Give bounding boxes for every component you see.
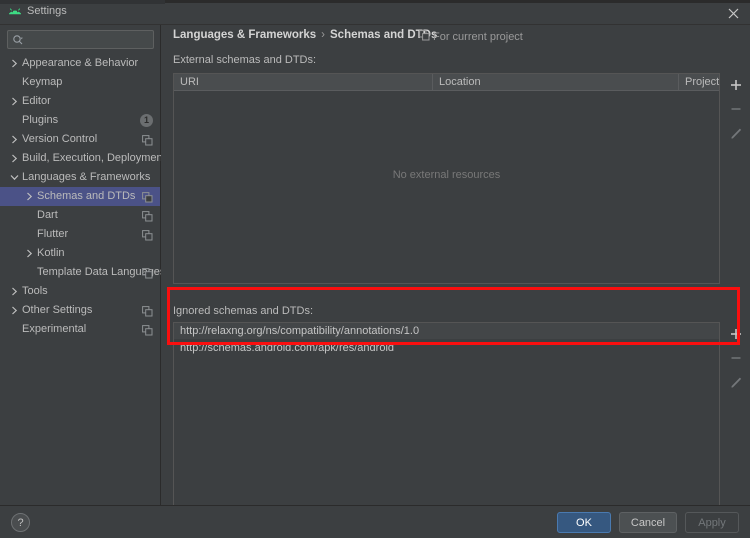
sidebar-item-schemas-and-dtds[interactable]: Schemas and DTDs xyxy=(0,187,160,206)
help-button[interactable]: ? xyxy=(11,513,30,532)
sidebar-item-label: Version Control xyxy=(22,133,98,145)
external-table-header: URI Location Project xyxy=(174,74,719,91)
chevron-right-icon[interactable] xyxy=(8,149,20,168)
sidebar-item-label: Languages & Frameworks xyxy=(22,171,151,183)
sidebar-item-label: Appearance & Behavior xyxy=(22,57,139,69)
external-empty-message: No external resources xyxy=(392,169,501,181)
project-scope-icon xyxy=(142,305,153,317)
sidebar-item-languages-frameworks[interactable]: Languages & Frameworks xyxy=(0,168,160,187)
sidebar-item-build-execution-deployment[interactable]: Build, Execution, Deployment xyxy=(0,149,166,168)
breadcrumb: Languages & Frameworks › Schemas and DTDs xyxy=(173,29,437,45)
close-icon[interactable] xyxy=(722,3,744,23)
title-bar-strip-right xyxy=(165,0,750,3)
sidebar-item-kotlin[interactable]: Kotlin xyxy=(0,244,160,263)
window-title: Settings xyxy=(27,5,67,17)
breadcrumb-parent[interactable]: Languages & Frameworks xyxy=(173,29,316,41)
android-studio-icon xyxy=(8,6,22,18)
for-current-project-label: For current project xyxy=(419,30,523,43)
settings-sidebar: Appearance & Behavior Keymap Editor Plugins… xyxy=(0,25,166,505)
project-scope-icon xyxy=(142,134,153,146)
edit-ignored-button[interactable] xyxy=(722,370,750,394)
external-schemas-label: External schemas and DTDs: xyxy=(173,54,317,66)
add-ignored-button[interactable] xyxy=(722,322,750,346)
sidebar-item-label: Build, Execution, Deployment xyxy=(22,152,166,164)
chevron-right-icon[interactable] xyxy=(8,54,20,73)
remove-ignored-button[interactable] xyxy=(722,346,750,370)
project-scope-icon xyxy=(142,229,153,241)
ok-button[interactable]: OK xyxy=(557,512,611,533)
sidebar-item-experimental[interactable]: Experimental xyxy=(0,320,160,339)
chevron-down-icon[interactable] xyxy=(8,168,20,187)
ignored-schemas-table[interactable]: http://relaxng.org/ns/compatibility/anno… xyxy=(173,322,720,509)
search-box[interactable] xyxy=(7,30,155,50)
chevron-right-icon[interactable] xyxy=(23,244,35,263)
ignored-schema-row[interactable]: http://schemas.android.com/apk/res/andro… xyxy=(174,340,719,357)
sidebar-item-plugins[interactable]: Plugins 1 xyxy=(0,111,160,130)
project-scope-icon xyxy=(142,191,153,203)
sidebar-item-appearance-behavior[interactable]: Appearance & Behavior xyxy=(0,54,160,73)
sidebar-item-label: Kotlin xyxy=(37,247,65,259)
dialog-button-bar: ? OK Cancel Apply xyxy=(0,505,750,538)
ignored-table-toolbar xyxy=(722,322,750,394)
sidebar-item-dart[interactable]: Dart xyxy=(0,206,160,225)
chevron-right-icon[interactable] xyxy=(8,301,20,320)
settings-content: Languages & Frameworks › Schemas and DTDs … xyxy=(161,25,750,509)
sidebar-item-label: Editor xyxy=(22,95,51,107)
column-header-location[interactable]: Location xyxy=(433,74,679,90)
search-icon xyxy=(12,34,24,46)
breadcrumb-separator-icon: › xyxy=(321,29,325,41)
add-external-button[interactable] xyxy=(722,73,750,97)
ignored-schema-row[interactable]: http://relaxng.org/ns/compatibility/anno… xyxy=(174,323,719,340)
settings-dialog: Settings Appearance & Behavior Keymap Edit… xyxy=(0,0,750,538)
for-current-project-text: For current project xyxy=(433,31,523,43)
column-header-uri[interactable]: URI xyxy=(174,74,433,90)
sidebar-item-label: Flutter xyxy=(37,228,69,240)
sidebar-item-label: Tools xyxy=(22,285,48,297)
apply-button[interactable]: Apply xyxy=(685,512,739,533)
sidebar-item-version-control[interactable]: Version Control xyxy=(0,130,160,149)
edit-external-button[interactable] xyxy=(722,121,750,145)
plugins-update-badge: 1 xyxy=(140,114,153,127)
title-bar-strip-left xyxy=(0,0,165,4)
ignored-rows-container: http://relaxng.org/ns/compatibility/anno… xyxy=(174,323,719,357)
chevron-right-icon[interactable] xyxy=(23,187,35,206)
project-scope-icon xyxy=(419,30,430,41)
chevron-right-icon[interactable] xyxy=(8,92,20,111)
external-schemas-table[interactable]: URI Location Project No external resourc… xyxy=(173,73,720,284)
sidebar-item-flutter[interactable]: Flutter xyxy=(0,225,160,244)
sidebar-item-label: Schemas and DTDs xyxy=(37,190,136,202)
chevron-right-icon[interactable] xyxy=(8,130,20,149)
sidebar-item-keymap[interactable]: Keymap xyxy=(0,73,160,92)
project-scope-icon xyxy=(142,210,153,222)
sidebar-item-label: Experimental xyxy=(22,323,87,335)
remove-external-button[interactable] xyxy=(722,97,750,121)
column-header-project[interactable]: Project xyxy=(679,74,721,90)
sidebar-item-label: Dart xyxy=(37,209,58,221)
chevron-right-icon[interactable] xyxy=(8,282,20,301)
sidebar-item-editor[interactable]: Editor xyxy=(0,92,160,111)
ignored-schemas-label: Ignored schemas and DTDs: xyxy=(173,305,314,317)
cancel-button[interactable]: Cancel xyxy=(619,512,677,533)
sidebar-item-label: Keymap xyxy=(22,76,63,88)
project-scope-icon xyxy=(142,324,153,336)
sidebar-item-label: Other Settings xyxy=(22,304,93,316)
external-table-toolbar xyxy=(722,73,750,145)
sidebar-item-tools[interactable]: Tools xyxy=(0,282,160,301)
search-input[interactable] xyxy=(27,31,155,50)
sidebar-item-other-settings[interactable]: Other Settings xyxy=(0,301,160,320)
external-table-body: No external resources xyxy=(174,91,719,283)
project-scope-icon xyxy=(142,267,153,279)
title-bar: Settings xyxy=(0,0,750,25)
settings-tree: Appearance & Behavior Keymap Editor Plugins… xyxy=(0,54,166,339)
sidebar-item-template-data-languages[interactable]: Template Data Languages xyxy=(0,263,165,282)
sidebar-item-label: Plugins xyxy=(22,114,59,126)
